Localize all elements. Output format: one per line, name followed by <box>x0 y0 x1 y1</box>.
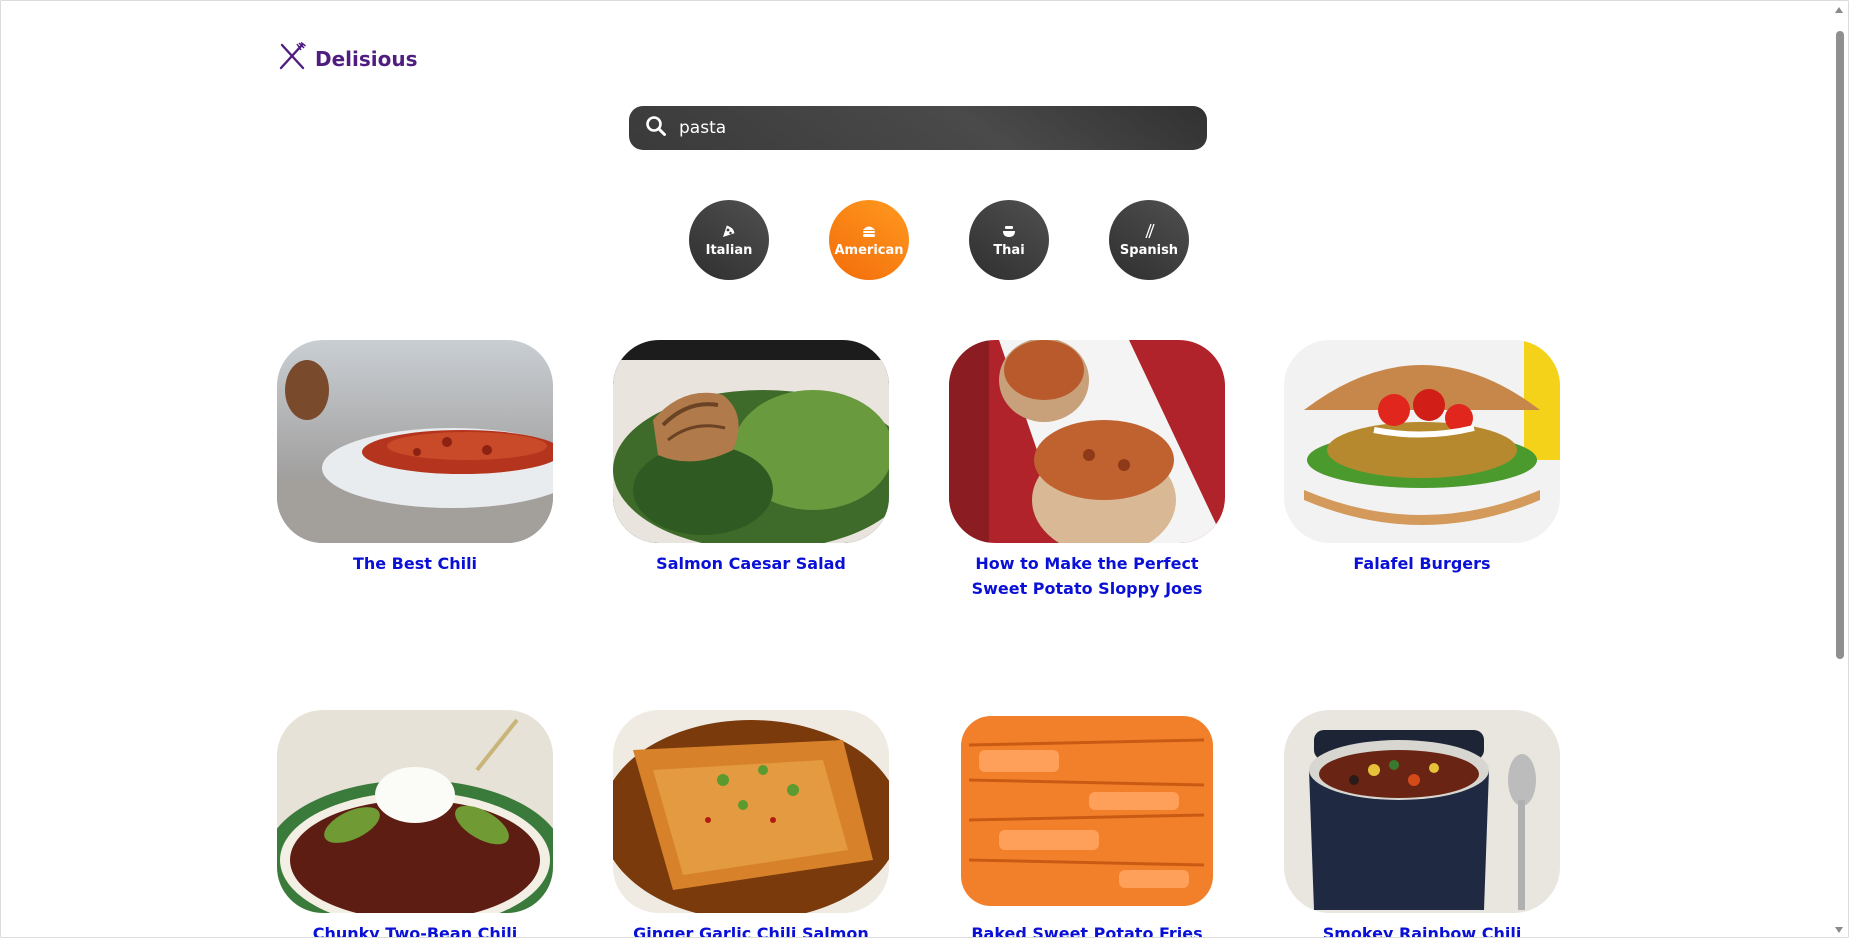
recipe-image[interactable] <box>949 340 1225 543</box>
app-name: Delisious <box>315 46 418 71</box>
recipe-card[interactable]: Ginger Garlic Chili Salmon <box>613 710 889 937</box>
burger-icon <box>861 223 877 241</box>
vertical-scrollbar[interactable] <box>1831 1 1848 937</box>
category-thai[interactable]: Thai <box>969 200 1049 280</box>
pizza-icon <box>721 223 737 241</box>
search-bar <box>629 106 1207 150</box>
scroll-thumb[interactable] <box>1836 31 1844 659</box>
recipe-title-link[interactable]: Baked Sweet Potato Fries <box>949 921 1225 937</box>
recipe-image[interactable] <box>613 340 889 543</box>
app-logo[interactable]: Delisious <box>277 41 418 76</box>
recipe-card[interactable]: Smokey Rainbow Chili <box>1284 710 1560 937</box>
recipe-title-link[interactable]: The Best Chili <box>277 551 553 576</box>
category-american[interactable]: American <box>829 200 909 280</box>
noodle-bowl-icon <box>1001 223 1017 241</box>
chopsticks-icon <box>1141 223 1157 241</box>
recipe-title-link[interactable]: Salmon Caesar Salad <box>613 551 889 576</box>
recipe-image[interactable] <box>613 710 889 913</box>
category-spanish[interactable]: Spanish <box>1109 200 1189 280</box>
recipe-image[interactable] <box>1284 710 1560 913</box>
recipe-image[interactable] <box>1284 340 1560 543</box>
category-label: Thai <box>993 242 1025 258</box>
recipe-card[interactable]: How to Make the Perfect Sweet Potato Slo… <box>949 340 1225 601</box>
category-label: American <box>834 242 904 258</box>
recipe-title-link[interactable]: Chunky Two-Bean Chili <box>277 921 553 937</box>
recipe-card[interactable]: Salmon Caesar Salad <box>613 340 889 576</box>
recipe-title-link[interactable]: How to Make the Perfect Sweet Potato Slo… <box>949 551 1225 601</box>
recipe-image[interactable] <box>949 710 1225 913</box>
category-label: Spanish <box>1119 242 1179 258</box>
scroll-down-arrow-icon[interactable] <box>1835 927 1843 933</box>
fork-knife-icon <box>277 41 307 76</box>
recipe-title-link[interactable]: Smokey Rainbow Chili <box>1284 921 1560 937</box>
recipe-card[interactable]: Chunky Two-Bean Chili <box>277 710 553 937</box>
recipe-image[interactable] <box>277 340 553 543</box>
category-italian[interactable]: Italian <box>689 200 769 280</box>
recipe-card[interactable]: Baked Sweet Potato Fries <box>949 710 1225 937</box>
search-input[interactable] <box>679 113 1207 143</box>
category-label: Italian <box>705 242 753 258</box>
scroll-up-arrow-icon[interactable] <box>1835 7 1843 13</box>
recipe-title-link[interactable]: Falafel Burgers <box>1284 551 1560 576</box>
recipe-card[interactable]: Falafel Burgers <box>1284 340 1560 576</box>
recipe-image[interactable] <box>277 710 553 913</box>
recipe-title-link[interactable]: Ginger Garlic Chili Salmon <box>613 921 889 937</box>
search-icon <box>645 115 667 142</box>
recipe-card[interactable]: The Best Chili <box>277 340 553 576</box>
browser-viewport: Delisious Italian American <box>0 0 1849 938</box>
